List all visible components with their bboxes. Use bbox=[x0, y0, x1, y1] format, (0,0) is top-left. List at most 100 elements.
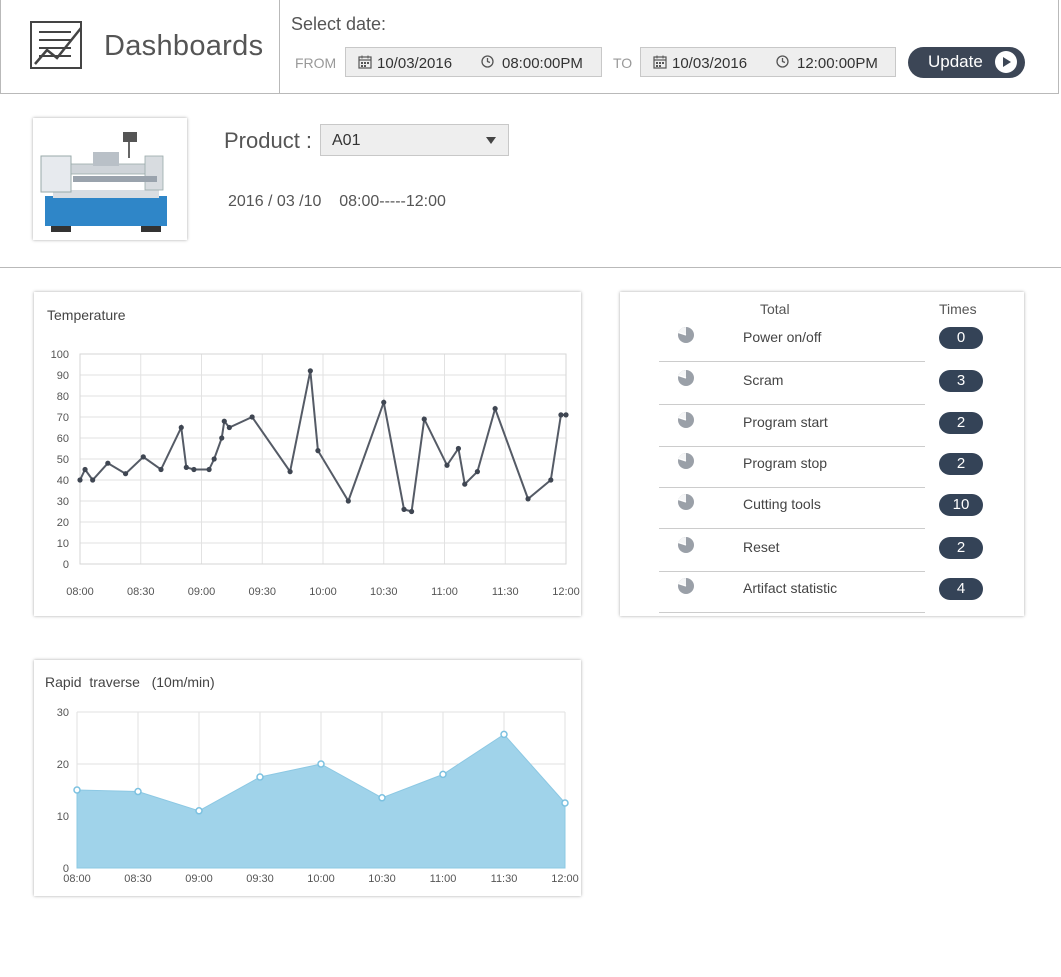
rapid-traverse-chart: 3020100 08:00 08:30 09:00 09:30 10:00 10:30 11… bbox=[57, 707, 579, 885]
pie-chart-icon bbox=[677, 452, 695, 470]
calendar-icon bbox=[358, 55, 372, 73]
product-label: Product : bbox=[224, 128, 313, 153]
x-tick-label: 11:00 bbox=[431, 586, 458, 598]
temperature-data-point bbox=[462, 481, 468, 487]
y-tick-label: 10 bbox=[57, 811, 69, 823]
temperature-data-point bbox=[444, 462, 450, 468]
x-tick-label: 10:30 bbox=[370, 586, 398, 598]
x-tick-label: 09:30 bbox=[248, 586, 276, 598]
temperature-data-point bbox=[122, 471, 129, 477]
stats-table-card: Total Times Power on/off 0 Scram 3 Program s… bbox=[620, 292, 1024, 616]
x-tick-label: 11:30 bbox=[491, 873, 518, 885]
line-chart-icon bbox=[30, 21, 82, 69]
app-title: Dashboards bbox=[104, 30, 264, 62]
x-tick-label: 08:30 bbox=[124, 873, 152, 885]
temperature-data-point bbox=[140, 454, 146, 460]
select-date-label: Select date: bbox=[291, 14, 387, 34]
x-tick-label: 12:00 bbox=[551, 873, 579, 885]
stats-row: Artifact statistic bbox=[659, 571, 925, 613]
header-bar: Dashboards Select date: FROM 10/03/2016 … bbox=[0, 0, 1059, 94]
stats-row: Cutting tools bbox=[659, 487, 925, 529]
from-date-value: 10/03/2016 bbox=[377, 55, 453, 72]
rapid-traverse-data-point bbox=[439, 770, 447, 779]
temperature-data-point bbox=[90, 477, 96, 483]
clock-icon bbox=[481, 55, 494, 72]
temperature-data-point bbox=[401, 506, 407, 512]
rapid-traverse-data-point bbox=[195, 807, 203, 815]
pie-chart-icon bbox=[677, 577, 695, 595]
stats-row-label: Cutting tools bbox=[743, 496, 821, 512]
temperature-data-point bbox=[421, 416, 427, 422]
temperature-data-point bbox=[287, 469, 293, 475]
stats-row-label: Artifact statistic bbox=[743, 580, 838, 596]
pie-chart-icon bbox=[677, 326, 695, 344]
temperature-data-point bbox=[525, 496, 531, 502]
rapid-traverse-data-point bbox=[317, 760, 325, 768]
y-tick-label: 20 bbox=[57, 517, 69, 529]
temperature-data-point bbox=[249, 414, 255, 420]
from-datetime-field[interactable]: 10/03/2016 08:00:00PM bbox=[345, 47, 602, 77]
play-icon bbox=[995, 51, 1017, 73]
x-tick-label: 11:30 bbox=[492, 586, 519, 598]
from-label: FROM bbox=[295, 55, 337, 71]
temperature-data-point bbox=[105, 460, 111, 466]
temperature-data-point bbox=[191, 466, 197, 473]
y-tick-label: 0 bbox=[63, 559, 69, 571]
x-tick-label: 10:30 bbox=[368, 873, 396, 885]
temperature-data-point bbox=[548, 477, 554, 483]
to-label: TO bbox=[613, 55, 633, 71]
temperature-data-point bbox=[206, 466, 212, 473]
product-dropdown[interactable]: A01 bbox=[320, 124, 509, 156]
temperature-data-point bbox=[226, 424, 232, 431]
rapid-traverse-data-point bbox=[500, 730, 508, 739]
temperature-data-point bbox=[492, 406, 498, 412]
stats-row-label: Reset bbox=[743, 539, 780, 555]
stats-row: Power on/off bbox=[659, 320, 925, 362]
temperature-data-point bbox=[381, 399, 387, 405]
chevron-down-icon bbox=[486, 137, 496, 144]
temperature-data-point bbox=[219, 435, 225, 441]
stats-row-label: Scram bbox=[743, 372, 784, 388]
to-datetime-field[interactable]: 10/03/2016 12:00:00PM bbox=[640, 47, 896, 77]
temperature-data-point bbox=[183, 464, 189, 470]
lathe-machine-image bbox=[33, 118, 187, 240]
temperature-data-point bbox=[77, 477, 83, 483]
temperature-data-point bbox=[408, 508, 415, 515]
x-tick-label: 10:00 bbox=[309, 586, 337, 598]
stats-row: Scram bbox=[659, 363, 925, 405]
temperature-data-point bbox=[563, 412, 569, 418]
stats-row-label: Program start bbox=[743, 414, 828, 430]
x-tick-label: 12:00 bbox=[552, 586, 580, 598]
pie-chart-icon bbox=[677, 493, 695, 511]
temperature-data-point bbox=[558, 412, 564, 418]
temperature-data-point bbox=[211, 456, 217, 462]
x-tick-label: 08:00 bbox=[66, 586, 94, 598]
y-tick-label: 90 bbox=[57, 370, 69, 382]
temperature-chart: 1009080706050403020100 08:00 08:30 09:00 09… bbox=[51, 349, 580, 598]
to-date-value: 10/03/2016 bbox=[672, 55, 748, 72]
y-tick-label: 30 bbox=[57, 707, 69, 719]
x-tick-label: 10:00 bbox=[307, 873, 335, 885]
product-selected-value: A01 bbox=[332, 132, 361, 149]
temperature-data-point bbox=[315, 448, 321, 454]
stats-row: Reset bbox=[659, 530, 925, 572]
y-tick-label: 80 bbox=[57, 391, 69, 403]
x-tick-label: 08:30 bbox=[127, 586, 155, 598]
to-time-value: 12:00:00PM bbox=[797, 55, 878, 72]
logo-area: Dashboards bbox=[1, 0, 280, 93]
update-button[interactable]: Update bbox=[908, 47, 1025, 78]
stats-row: Program stop bbox=[659, 446, 925, 488]
temperature-data-point bbox=[474, 469, 481, 475]
stats-row-label: Program stop bbox=[743, 455, 828, 471]
x-tick-label: 09:30 bbox=[246, 873, 274, 885]
y-tick-label: 60 bbox=[57, 433, 69, 445]
stats-count-badge: 2 bbox=[939, 412, 983, 434]
temperature-card: Temperature 100 90 80 70 60 50 40 30 20 10 0 08:00… bbox=[34, 292, 581, 616]
temperature-data-point bbox=[455, 445, 462, 452]
stats-count-badge: 4 bbox=[939, 578, 983, 600]
temperature-data-point bbox=[82, 466, 88, 473]
rapid-traverse-data-point bbox=[561, 799, 569, 807]
total-column-header: Total bbox=[760, 301, 790, 317]
y-tick-label: 70 bbox=[57, 412, 69, 424]
stats-count-badge: 2 bbox=[939, 453, 983, 475]
